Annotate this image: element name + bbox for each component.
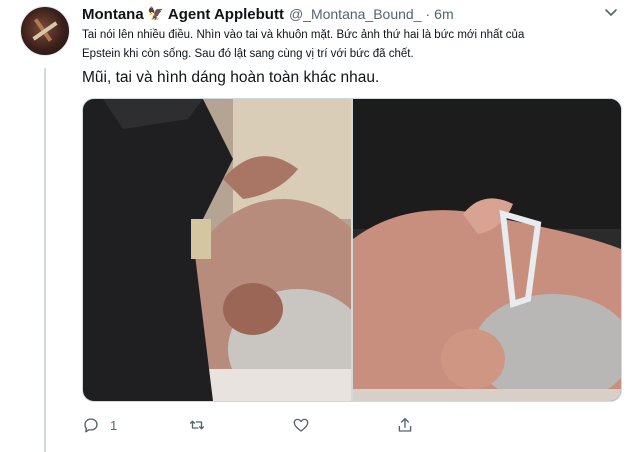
heart-icon — [292, 416, 310, 434]
like-button[interactable] — [292, 414, 320, 436]
tweet-timestamp[interactable]: 6m — [434, 6, 453, 22]
tweet-media[interactable] — [82, 98, 622, 402]
reply-icon — [82, 416, 100, 434]
share-icon — [396, 416, 414, 434]
avatar[interactable] — [20, 6, 70, 56]
tweet-text: Tai nói lên nhiều điều. Nhìn vào tai và … — [82, 26, 602, 64]
retweet-icon — [188, 416, 206, 434]
eagle-icon: 🦅 — [147, 6, 164, 21]
user-handle[interactable]: @_Montana_Bound_ — [289, 6, 422, 22]
tweet-page: Montana 🦅 Agent Applebutt @_Montana_Boun… — [0, 0, 636, 452]
separator-dot: · — [425, 6, 431, 22]
tweet-header: Montana 🦅 Agent Applebutt @_Montana_Boun… — [82, 4, 454, 24]
reply-button[interactable]: 1 — [82, 414, 117, 436]
tweet-text-large: Mũi, tai và hình dáng hoàn toàn khác nha… — [82, 69, 380, 86]
tweet-text-line: Epstein khi còn sống. Sau đó lật sang cù… — [82, 48, 414, 60]
share-button[interactable] — [396, 414, 414, 436]
media-photo-right[interactable] — [353, 99, 621, 401]
media-photo-left[interactable] — [83, 99, 351, 401]
tweet-actions: 1 — [82, 414, 602, 436]
retweet-button[interactable] — [188, 414, 216, 436]
display-name[interactable]: Montana — [82, 6, 144, 23]
tweet-text-line: Tai nói lên nhiều điều. Nhìn vào tai và … — [82, 29, 525, 41]
reply-count: 1 — [110, 417, 118, 433]
display-name-suffix[interactable]: Agent Applebutt — [168, 6, 284, 23]
chevron-down-icon[interactable] — [602, 4, 620, 22]
thread-line — [44, 68, 46, 452]
